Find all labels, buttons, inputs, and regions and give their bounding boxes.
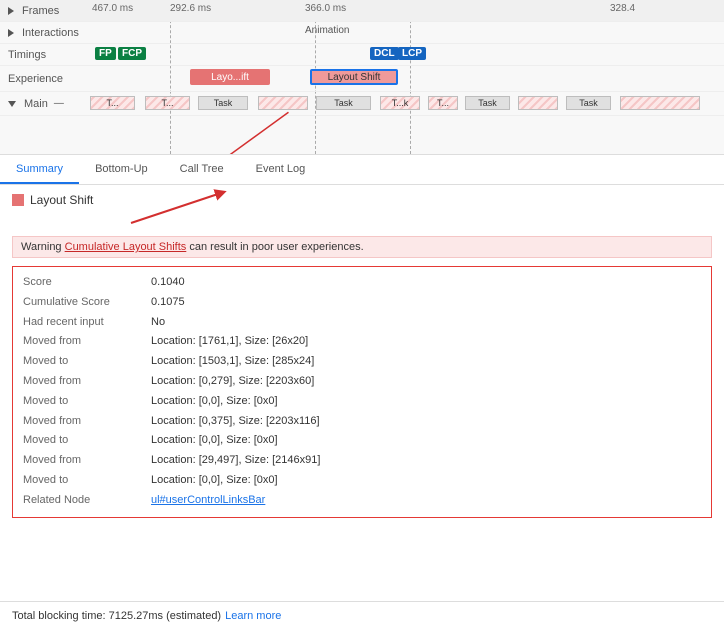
detail-value-8: Location: [0,0], Size: [0x0] — [151, 431, 278, 451]
detail-label-2: Had recent input — [23, 313, 143, 333]
main-content: T... T... Task Task T...k T... Task Task — [90, 92, 724, 115]
warning-prefix: Warning — [21, 241, 62, 253]
experience-label: Experience — [0, 73, 90, 85]
task-4 — [258, 96, 308, 110]
tab-bottom-up[interactable]: Bottom-Up — [79, 155, 164, 184]
detail-label-4: Moved to — [23, 352, 143, 372]
detail-label-7: Moved from — [23, 412, 143, 432]
ls-title: Layout Shift — [12, 193, 93, 207]
dcl-badge: DCL — [370, 47, 399, 60]
layo-block: Layo...ift — [190, 69, 270, 85]
detail-label-10: Moved to — [23, 471, 143, 491]
detail-label-5: Moved from — [23, 372, 143, 392]
footer-text: Total blocking time: 7125.27ms (estimate… — [12, 610, 221, 622]
ls-arrow-svg — [121, 188, 241, 228]
timeline-area: Frames 467.0 ms 292.6 ms 366.0 ms 328.4 … — [0, 0, 724, 155]
detail-label-0: Score — [23, 273, 143, 293]
detail-label-1: Cumulative Score — [23, 293, 143, 313]
timings-content: FP FCP DCL LCP — [90, 44, 724, 65]
task-10: Task — [566, 96, 611, 110]
detail-row-0: Score 0.1040 — [23, 273, 701, 293]
frame-time-2: 292.6 ms — [170, 3, 211, 14]
detail-value-4: Location: [1503,1], Size: [285x24] — [151, 352, 314, 372]
frame-time-3: 366.0 ms — [305, 3, 346, 14]
detail-row-8: Moved to Location: [0,0], Size: [0x0] — [23, 431, 701, 451]
detail-row-2: Had recent input No — [23, 313, 701, 333]
tab-summary[interactable]: Summary — [0, 155, 79, 184]
detail-label-6: Moved to — [23, 392, 143, 412]
detail-label-3: Moved from — [23, 332, 143, 352]
task-5: Task — [316, 96, 371, 110]
detail-value-6: Location: [0,0], Size: [0x0] — [151, 392, 278, 412]
detail-row-5: Moved from Location: [0,279], Size: [220… — [23, 372, 701, 392]
detail-value-2: No — [151, 313, 165, 333]
frame-time-4: 328.4 — [610, 3, 635, 14]
lcp-badge: LCP — [398, 47, 426, 60]
ls-color-square — [12, 194, 24, 206]
frames-content: 467.0 ms 292.6 ms 366.0 ms 328.4 — [90, 0, 724, 21]
animation-label: Animation — [305, 25, 349, 36]
frames-label: Frames — [0, 5, 90, 17]
detail-value-0: 0.1040 — [151, 273, 185, 293]
detail-value-10: Location: [0,0], Size: [0x0] — [151, 471, 278, 491]
detail-value-11[interactable]: ul#userControlLinksBar — [151, 491, 265, 511]
warning-bar: Warning Cumulative Layout Shifts can res… — [12, 236, 712, 258]
experience-row: Experience Layo...ift Layout Shift — [0, 66, 724, 92]
detail-row-1: Cumulative Score 0.1075 — [23, 293, 701, 313]
warning-link[interactable]: Cumulative Layout Shifts — [65, 241, 187, 253]
task-7: T... — [428, 96, 458, 110]
content-area: Layout Shift Warning Cumulative Layout S… — [0, 185, 724, 601]
task-11 — [620, 96, 700, 110]
detail-row-11: Related Node ul#userControlLinksBar — [23, 491, 701, 511]
detail-value-7: Location: [0,375], Size: [2203x116] — [151, 412, 320, 432]
fcp-badge: FCP — [118, 47, 146, 60]
timings-label: Timings — [0, 49, 90, 61]
detail-label-9: Moved from — [23, 451, 143, 471]
detail-value-9: Location: [29,497], Size: [2146x91] — [151, 451, 320, 471]
main-label: Main — — [0, 98, 90, 110]
tab-event-log[interactable]: Event Log — [240, 155, 322, 184]
detail-label-11: Related Node — [23, 491, 143, 511]
detail-row-10: Moved to Location: [0,0], Size: [0x0] — [23, 471, 701, 491]
interactions-row: Interactions Animation — [0, 22, 724, 44]
timings-row: Timings FP FCP DCL LCP — [0, 44, 724, 66]
detail-value-5: Location: [0,279], Size: [2203x60] — [151, 372, 314, 392]
tab-call-tree[interactable]: Call Tree — [164, 155, 240, 184]
task-1: T... — [90, 96, 135, 110]
interactions-label: Interactions — [0, 27, 90, 39]
detail-row-6: Moved to Location: [0,0], Size: [0x0] — [23, 392, 701, 412]
detail-label-8: Moved to — [23, 431, 143, 451]
tabs-bar: Summary Bottom-Up Call Tree Event Log — [0, 155, 724, 185]
detail-row-3: Moved from Location: [1761,1], Size: [26… — [23, 332, 701, 352]
detail-row-9: Moved from Location: [29,497], Size: [21… — [23, 451, 701, 471]
fp-badge: FP — [95, 47, 116, 60]
learn-more-link[interactable]: Learn more — [225, 610, 281, 622]
ls-title-text: Layout Shift — [30, 193, 93, 207]
task-6: T...k — [380, 96, 420, 110]
interactions-content: Animation — [90, 22, 724, 43]
task-3: Task — [198, 96, 248, 110]
frames-row: Frames 467.0 ms 292.6 ms 366.0 ms 328.4 — [0, 0, 724, 22]
details-box: Score 0.1040 Cumulative Score 0.1075 Had… — [12, 266, 712, 518]
detail-row-4: Moved to Location: [1503,1], Size: [285x… — [23, 352, 701, 372]
task-9 — [518, 96, 558, 110]
detail-value-3: Location: [1761,1], Size: [26x20] — [151, 332, 308, 352]
detail-value-1: 0.1075 — [151, 293, 185, 313]
frame-time-1: 467.0 ms — [92, 3, 133, 14]
layout-shift-block[interactable]: Layout Shift — [310, 69, 398, 85]
experience-content: Layo...ift Layout Shift — [90, 66, 724, 91]
warning-suffix-text: can result in poor user experiences. — [189, 241, 363, 253]
bottom-bar: Total blocking time: 7125.27ms (estimate… — [0, 601, 724, 629]
task-8: Task — [465, 96, 510, 110]
task-2: T... — [145, 96, 190, 110]
main-row: Main — T... T... Task Task T...k T... Ta… — [0, 92, 724, 116]
detail-row-7: Moved from Location: [0,375], Size: [220… — [23, 412, 701, 432]
